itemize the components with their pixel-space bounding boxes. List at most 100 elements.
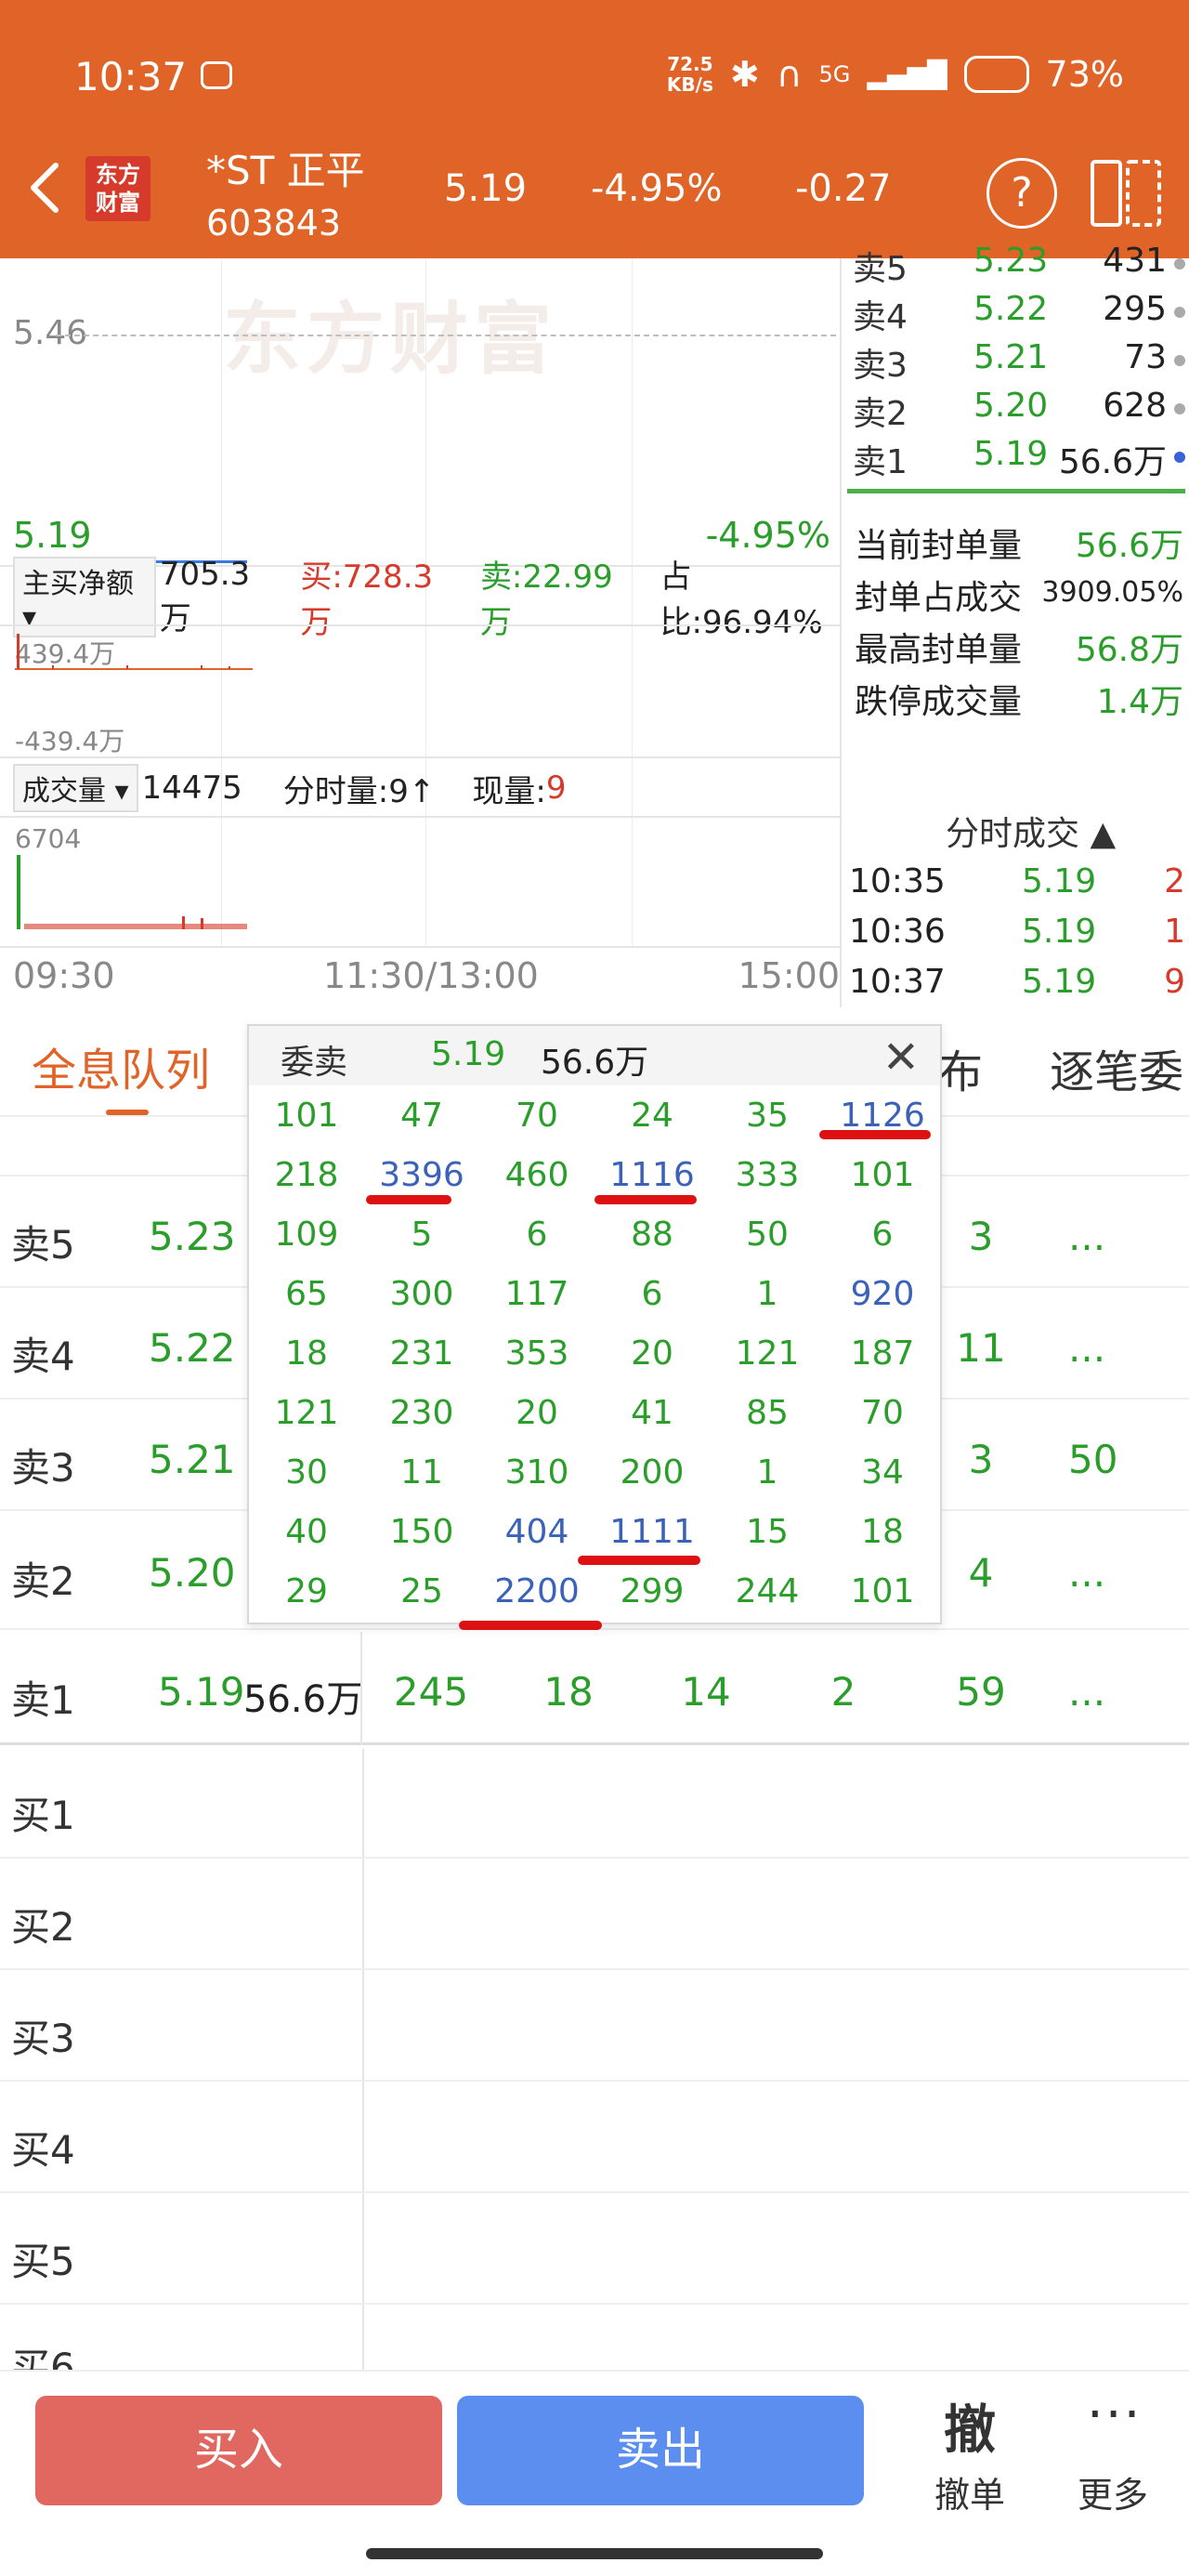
ask-row[interactable]: 卖3 5.21 73 — [847, 338, 1185, 387]
tick-time: 10:35 — [849, 862, 946, 900]
ask-price: 5.22 — [973, 290, 1049, 328]
help-icon[interactable]: ? — [986, 158, 1057, 229]
more-icon[interactable]: ··· — [1087, 2385, 1142, 2445]
book-price: 5.20 — [149, 1550, 236, 1596]
pct-low-label: -4.95% — [705, 515, 830, 556]
tab-distribution[interactable]: 布 — [938, 1035, 983, 1100]
close-icon[interactable]: ✕ — [882, 1032, 920, 1084]
queue-order: 299 — [620, 1572, 685, 1610]
queue-order-large: 3396 — [379, 1156, 464, 1194]
book-label: 买1 — [11, 1793, 75, 1838]
book-row-buy2[interactable]: 买2 — [0, 1859, 1189, 1970]
back-icon[interactable] — [26, 160, 63, 216]
ask-row[interactable]: 卖1 5.19 56.6万 — [847, 435, 1185, 483]
divider — [0, 946, 842, 948]
intraday-chart[interactable]: 东方财富 5.46 5.19 -4.95% 主买净额 ▾ 705.3万 买:72… — [0, 258, 842, 1007]
queue-order: 6 — [871, 1216, 894, 1254]
tick-row: 10:37 5.19 9 — [849, 963, 1185, 1011]
divider — [360, 1632, 362, 1745]
queue-order: 150 — [389, 1513, 454, 1551]
queue-order: 1 — [756, 1275, 778, 1313]
tick-price: 5.19 — [1022, 963, 1097, 1001]
book-price: 5.22 — [149, 1325, 236, 1371]
volume-bars — [17, 855, 247, 929]
ask-row[interactable]: 卖2 5.20 628 — [847, 387, 1185, 435]
book-row-buy6[interactable]: 买6 — [0, 2305, 1189, 2390]
divider — [0, 624, 842, 626]
queue-order: 6 — [526, 1216, 548, 1254]
limit-down-line — [847, 489, 1185, 493]
book-qty: 11 — [956, 1325, 1006, 1371]
stat-value: 3909.05% — [1041, 576, 1183, 609]
queue-order: 244 — [735, 1572, 800, 1610]
logo-line1: 东方 — [96, 162, 140, 188]
book-label: 卖4 — [11, 1334, 75, 1379]
ask-label: 卖3 — [853, 347, 908, 385]
bluetooth-icon: ✱ — [729, 54, 760, 95]
volume-select[interactable]: 成交量 ▾ — [13, 764, 138, 812]
ask-volume: 431 — [1103, 242, 1167, 280]
ask-price: 5.23 — [973, 242, 1049, 280]
annotation-underline — [578, 1556, 700, 1565]
cancel-order-icon[interactable]: 撤 — [944, 2388, 996, 2464]
eastmoney-logo: 东方 财富 — [85, 156, 150, 221]
buy-button[interactable]: 买入 — [35, 2396, 442, 2505]
queue-order: 70 — [861, 1394, 904, 1432]
book-row-buy4[interactable]: 买4 — [0, 2082, 1189, 2193]
book-qty: 14 — [681, 1669, 731, 1715]
tick-row: 10:35 5.19 2 — [849, 862, 1185, 911]
book-row-buy1[interactable]: 买1 — [0, 1747, 1189, 1859]
stat-label: 当前封单量 — [855, 527, 1023, 565]
book-row-buy3[interactable]: 买3 — [0, 1970, 1189, 2082]
queue-order: 117 — [504, 1275, 569, 1313]
sell-button[interactable]: 卖出 — [457, 2396, 864, 2505]
header-pct-change: -4.95% — [591, 167, 723, 210]
tab-active-indicator — [106, 1110, 149, 1115]
signal-icon: ▂▄▆█ — [867, 59, 947, 90]
ask-label: 卖2 — [853, 395, 908, 433]
header-price: 5.19 — [444, 167, 528, 210]
sell-queue-popup: 委卖 5.19 56.6万 ✕ 101 47 70 24 35 1126 218… — [247, 1024, 942, 1624]
net-speed-unit: KB/s — [666, 73, 713, 96]
book-qty: 3 — [968, 1437, 994, 1482]
cancel-order-label[interactable]: 撤单 — [934, 2466, 1005, 2517]
more-label[interactable]: 更多 — [1078, 2466, 1148, 2517]
queue-order: 20 — [516, 1394, 558, 1432]
queue-order: 85 — [746, 1394, 789, 1432]
queue-order: 24 — [631, 1097, 673, 1135]
stat-label: 跌停成交量 — [855, 683, 1023, 721]
layout-switch-icon[interactable] — [1089, 158, 1163, 229]
home-indicator[interactable] — [366, 2548, 823, 2559]
tab-tick-orders[interactable]: 逐笔委 — [1050, 1035, 1183, 1100]
book-price: 5.19 — [158, 1669, 245, 1715]
queue-order: 218 — [274, 1156, 339, 1194]
annotation-underline — [459, 1621, 602, 1630]
queue-order: 460 — [504, 1156, 569, 1194]
ask-row[interactable]: 卖4 5.22 295 — [847, 290, 1185, 338]
tick-price: 5.19 — [1022, 913, 1097, 951]
tab-full-queue[interactable]: 全息队列 — [32, 1033, 210, 1098]
annotation-underline — [594, 1195, 697, 1204]
queue-order: 11 — [400, 1453, 443, 1492]
queue-order: 187 — [850, 1334, 915, 1373]
queue-order: 15 — [746, 1513, 789, 1551]
queue-order-large: 1126 — [840, 1097, 925, 1135]
book-volume: 56.6万 — [243, 1678, 364, 1721]
divider — [0, 816, 842, 818]
net-speed: 72.5 KB/s — [667, 54, 713, 95]
book-row-sell1[interactable]: 卖1 5.19 56.6万 245 18 14 2 59 ... — [0, 1632, 1189, 1745]
book-price: 5.21 — [149, 1437, 236, 1482]
queue-order: 300 — [389, 1275, 454, 1313]
ticks-title[interactable]: 分时成交 ▲ — [946, 807, 1116, 855]
header-change: -0.27 — [795, 167, 892, 210]
book-label: 买4 — [11, 2127, 75, 2173]
tick-row: 10:36 5.19 1 — [849, 913, 1185, 961]
book-qty: ... — [1068, 1214, 1106, 1259]
quote-panel: 卖5 5.23 431 卖4 5.22 295 卖3 5.21 73 卖2 5.… — [843, 242, 1189, 1007]
ask-dot — [1174, 403, 1185, 414]
queue-order: 231 — [389, 1334, 454, 1373]
ask-row[interactable]: 卖5 5.23 431 — [847, 242, 1185, 290]
book-row-buy5[interactable]: 买5 — [0, 2193, 1189, 2305]
time-end: 15:00 — [738, 955, 840, 996]
tick-volume: 分时量:9↑ — [282, 772, 436, 810]
